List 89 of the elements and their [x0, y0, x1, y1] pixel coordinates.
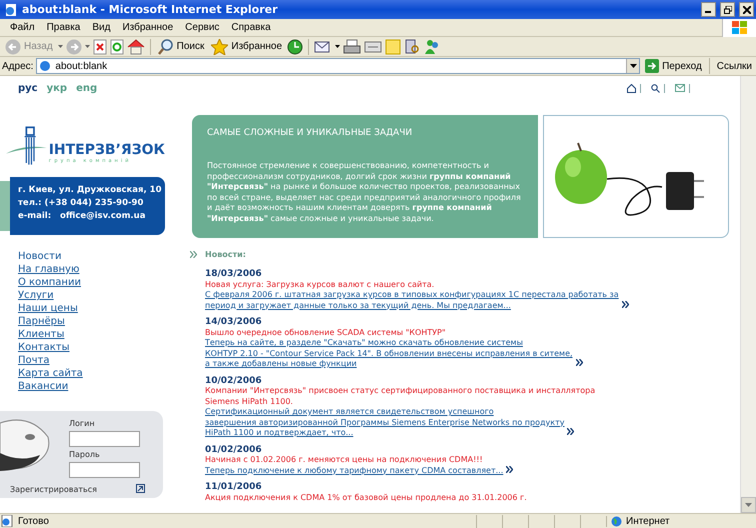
mail-icon[interactable] — [675, 84, 685, 92]
scrollbar[interactable] — [740, 76, 756, 513]
news-headline[interactable]: Вышло очередное обновление SCADA системы "КОНТУР" — [205, 328, 740, 338]
double-chevron-icon — [190, 251, 197, 258]
nav-link[interactable]: Наши цены — [18, 302, 78, 315]
news-date: 10/02/2006 — [205, 376, 263, 386]
banner-title: САМЫЕ СЛОЖНЫЕ И УНИКАЛЬНЫЕ ЗАДАЧИ — [207, 128, 414, 138]
page-icon — [39, 60, 52, 72]
nav-link[interactable]: О компании — [18, 276, 81, 289]
news-date: 18/03/2006 — [205, 269, 263, 280]
news-link[interactable]: Сертификационный документ является свидетельством успешного завершения авторизированной Программы Siemens Enterprise Networks по продукту HiPath 1100 и подтверждает, что... — [205, 407, 564, 438]
home-icon[interactable] — [627, 84, 636, 92]
login-field[interactable] — [69, 431, 140, 447]
search-icon[interactable] — [651, 84, 660, 92]
windows-flag-icon — [722, 18, 756, 36]
page-icon — [0, 515, 14, 527]
double-chevron-icon — [567, 428, 574, 435]
nav-link[interactable]: Контакты — [18, 341, 70, 354]
logo-name: ІНТЕРЗВ’ЯЗОК — [48, 142, 165, 158]
address-field[interactable]: about:blank — [36, 58, 640, 74]
news-link[interactable]: Теперь подключение к любому тарифному пакету CDMA составляет... — [205, 466, 504, 476]
dropdown-button[interactable] — [626, 59, 640, 73]
globe-icon — [611, 516, 622, 526]
nav-link[interactable]: Новости — [18, 250, 62, 263]
printer-icon[interactable] — [343, 38, 362, 54]
history-icon[interactable] — [287, 38, 304, 54]
login-label: Логин — [69, 419, 96, 428]
nav-link[interactable]: Почта — [18, 354, 50, 367]
news-date: 01/02/2006 — [205, 444, 263, 455]
favorites-button[interactable]: Избранное — [209, 38, 284, 56]
double-chevron-icon — [506, 466, 514, 472]
password-label: Пароль — [69, 450, 101, 459]
status-text: Готово — [18, 516, 50, 526]
links-button[interactable]: Ссылки — [714, 57, 754, 75]
menu-item[interactable]: Файл — [4, 22, 41, 33]
nav-link[interactable]: Парнёры — [18, 315, 65, 328]
nav-link[interactable]: На главную — [18, 263, 80, 276]
phone-text: тел.: (+38 044) 235-90-90 — [18, 198, 144, 208]
edit-icon[interactable] — [364, 40, 382, 54]
news-headline[interactable]: Акция подключения к CDMA 1% от базовой цены продлена до 31.01.2006 г. — [205, 492, 740, 503]
news-link[interactable]: С февраля 2006 г. штатная загрузка курсов в типовых конфигурациях 1С перестала работать за период и загружает данные только за текущий день. Мы предлагаем... — [205, 290, 619, 311]
language-link[interactable]: рус — [18, 82, 38, 94]
register-link[interactable]: Зарегистрироваться — [10, 485, 97, 494]
close-icon — [742, 6, 750, 14]
menu-item[interactable]: Правка — [40, 22, 86, 33]
banner-text: Постоянное стремление к совершенствованию, компетентность и профессионализм сотрудников, долгий срок жизни группы компаний "Интерсвязь" на рынке и большое количество проектов, реализованных по всей стране, выделяет нас среди предприятий аналогичного профиля и даёт возможность нашим клиентам доверять группе компаний "Интерсвязь" самые сложные и уникальные задачи. — [207, 161, 522, 224]
window-title: about:blank - Microsoft Internet Explorer — [22, 3, 279, 16]
go-arrow-icon — [645, 59, 660, 73]
menu-item[interactable]: Вид — [86, 22, 116, 33]
restore-button[interactable] — [720, 2, 735, 17]
menu-item[interactable]: Сервис — [179, 22, 226, 33]
news-date: 14/03/2006 — [205, 317, 263, 328]
scroll-down-icon[interactable] — [745, 503, 752, 507]
nav-link[interactable]: Карта сайта — [18, 367, 83, 380]
menu-item[interactable]: Справка — [225, 22, 277, 33]
nav-link[interactable]: Услуги — [18, 289, 54, 302]
refresh-icon[interactable] — [110, 38, 124, 54]
search-icon — [158, 38, 174, 54]
caret-icon — [630, 64, 637, 68]
nav-link[interactable]: Вакансии — [18, 380, 68, 393]
address-label: Адрес: — [2, 60, 34, 72]
news-heading: Новости: — [205, 250, 246, 259]
double-chevron-icon — [576, 359, 583, 366]
double-chevron-icon — [622, 300, 629, 308]
restore-icon — [724, 6, 732, 14]
address-text: г. Киев, ул. Дружковская, 10 — [18, 185, 162, 195]
news-link[interactable]: Теперь на сайте, в разделе "Скачать" можно скачать обновление системы КОНТУР 2.10 - "Contour Service Pack 14". В обновлении внесены исправления в ситеме, а также добавлены новые функции — [205, 338, 573, 370]
stop-icon[interactable] — [92, 38, 107, 54]
star-icon — [211, 38, 228, 54]
minimize-button[interactable] — [701, 2, 716, 17]
email-text: e-mail: office@isv.com.ua — [18, 211, 146, 221]
news-headline[interactable]: Новая услуга: Загрузка курсов валют с нашего сайта. — [205, 280, 740, 290]
mail-icon[interactable] — [314, 40, 332, 54]
security-zone: Интернет — [606, 516, 756, 526]
home-icon[interactable] — [126, 38, 145, 54]
arrow-icon[interactable] — [136, 484, 145, 493]
go-button[interactable]: Переход — [643, 57, 704, 75]
accent-strip — [0, 181, 10, 231]
nav-link[interactable]: Клиенты — [18, 328, 64, 341]
close-button[interactable] — [739, 2, 754, 17]
page-icon — [4, 2, 18, 16]
news-date: 11/01/2006 — [205, 482, 263, 492]
news-headline[interactable]: Начиная с 01.02.2006 г. меняются цены на подключения CDMA!!! — [205, 455, 740, 466]
search-button[interactable]: Поиск — [156, 38, 206, 56]
research-icon[interactable] — [404, 38, 420, 54]
menu-item[interactable]: Избранное — [116, 22, 180, 33]
news-headline[interactable]: Компании "Интерсвязь" присвоен статус сертифицированного поставщика и инсталлятора Siemens HiPath 1100. — [205, 386, 740, 407]
caret-icon[interactable] — [335, 44, 340, 48]
password-field[interactable] — [69, 462, 140, 478]
